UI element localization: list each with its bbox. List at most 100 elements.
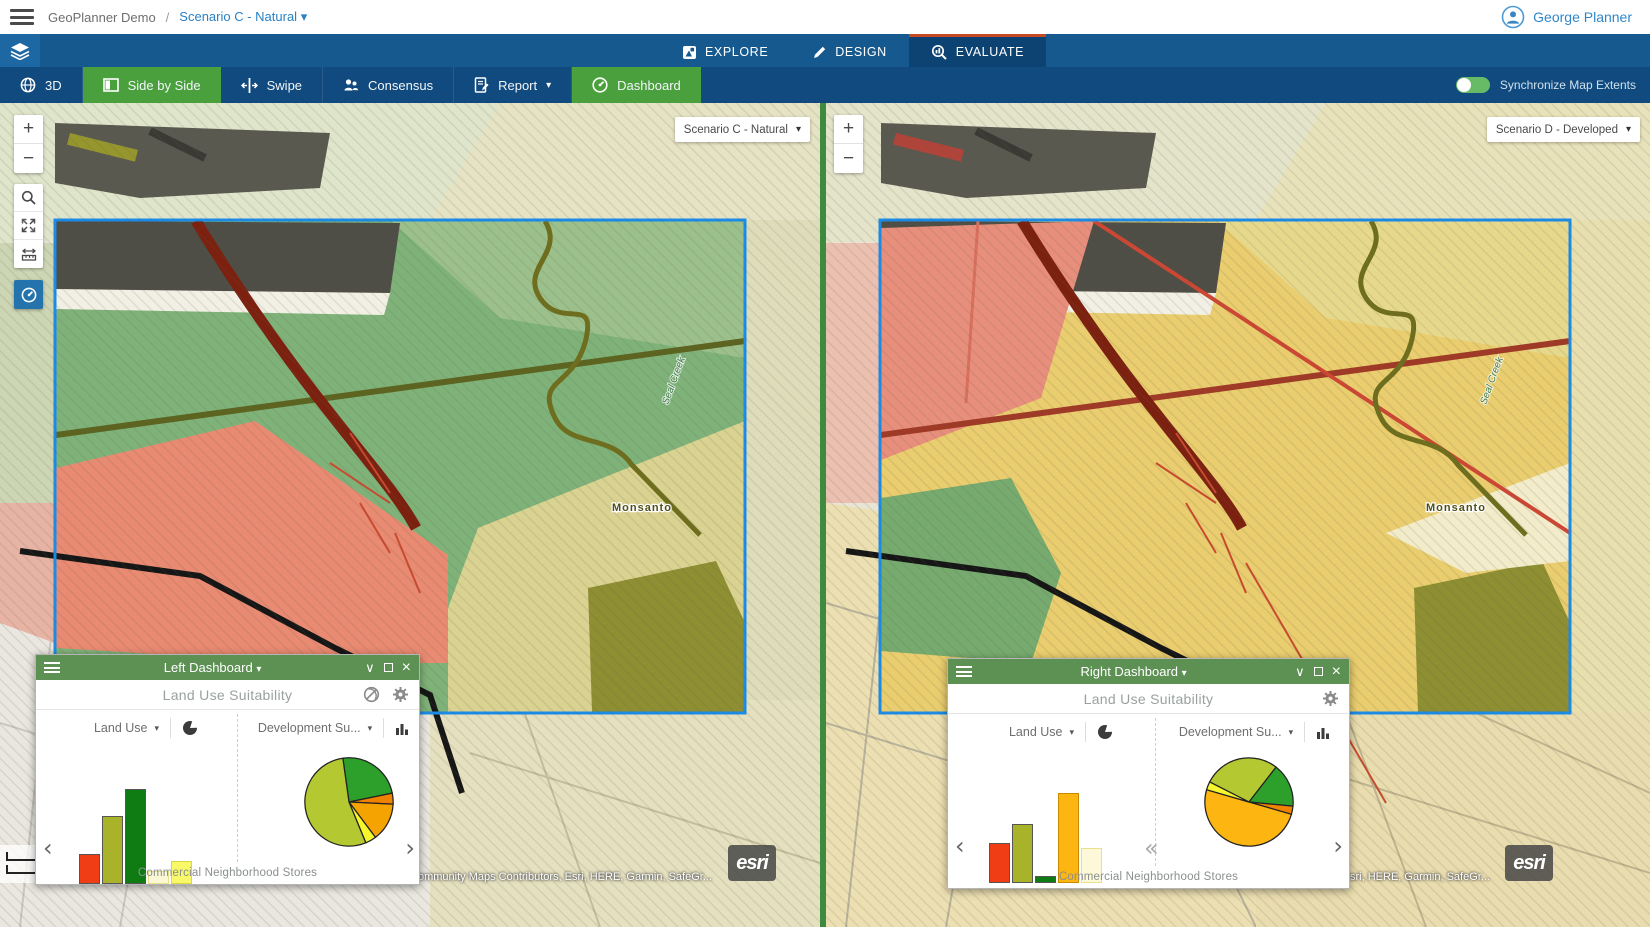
chevron-down-icon: ▾ [368, 723, 373, 734]
expand-icon [21, 218, 36, 233]
breadcrumb-separator: / [166, 10, 170, 25]
dashboard-icon [592, 77, 608, 93]
chevron-down-icon: ▾ [1182, 668, 1187, 679]
collapse-icon[interactable]: ∨ [365, 661, 375, 674]
dashboard-title[interactable]: Left Dashboard ▾ [60, 660, 365, 675]
pencil-icon [812, 45, 827, 60]
gear-icon[interactable] [1322, 690, 1339, 707]
dashboard-button[interactable]: Dashboard [572, 67, 701, 103]
left-dashboard-window: Left Dashboard ▾ ∨ × Land Use Suitabilit… [35, 654, 420, 885]
close-icon[interactable]: × [1332, 664, 1341, 680]
chart-subject-label: Commercial Neighborhood Stores [948, 871, 1349, 883]
bar-chart-type-icon[interactable] [395, 722, 410, 735]
carousel-next-icon[interactable]: › [405, 836, 415, 860]
right-dashboard-titlebar[interactable]: Right Dashboard ▾ ∨ × [948, 659, 1349, 684]
esri-logo: esri [1505, 845, 1553, 881]
chevron-down-icon: ▾ [796, 124, 801, 135]
close-icon[interactable]: × [402, 660, 411, 676]
search-icon [21, 190, 36, 205]
layers-icon [10, 42, 30, 60]
maximize-icon[interactable] [384, 663, 393, 672]
zoom-in-button[interactable]: + [834, 115, 863, 144]
evaluate-toolbar: 3D Side by Side Swipe Consensus Report ▾… [0, 67, 1650, 103]
window-controls: ∨ × [1295, 664, 1341, 680]
widget-title: Land Use Suitability [36, 687, 419, 703]
search-button[interactable] [14, 184, 43, 212]
layers-panel-button[interactable] [0, 34, 40, 67]
tab-explore[interactable]: EXPLORE [660, 34, 790, 67]
gear-icon[interactable] [392, 686, 409, 703]
tab-evaluate[interactable]: EVALUATE [909, 34, 1046, 67]
consensus-icon [343, 78, 359, 93]
widget-bar: Land Use Suitability [36, 680, 419, 710]
side-by-side-icon [103, 78, 119, 92]
globe-icon [20, 77, 36, 93]
report-icon [474, 77, 489, 93]
widget-title: Land Use Suitability [948, 691, 1349, 707]
dashboard-charts-area: ‹ Land Use ▾ Development Su... ▾ « › [948, 714, 1349, 870]
development-suitability-pie-chart [301, 754, 397, 850]
dashboard-menu-icon[interactable] [44, 662, 60, 673]
chevron-down-icon: ▾ [1289, 727, 1294, 738]
zoom-out-button[interactable]: − [834, 144, 863, 173]
dashboard-tool-button[interactable] [14, 280, 43, 309]
chevron-down-icon: ▾ [256, 664, 261, 675]
chevron-down-icon: ▾ [1626, 124, 1631, 135]
sync-extents-control: Synchronize Map Extents [1456, 67, 1636, 103]
scenario-breadcrumb[interactable]: Scenario C - Natural ▾ [179, 9, 307, 25]
zoom-out-button[interactable]: − [14, 144, 43, 173]
report-button[interactable]: Report ▾ [454, 67, 572, 103]
dashboard-menu-icon[interactable] [956, 666, 972, 677]
swipe-button[interactable]: Swipe [221, 67, 323, 103]
main-menu-icon[interactable] [10, 9, 34, 25]
development-suitability-selector[interactable]: Development Su... ▾ [1172, 722, 1338, 742]
primary-nav: EXPLORE DESIGN EVALUATE [0, 34, 1650, 67]
consensus-button[interactable]: Consensus [323, 67, 454, 103]
swipe-icon [241, 78, 258, 93]
hide-on-map-icon[interactable] [363, 686, 380, 703]
land-use-selector[interactable]: Land Use ▾ [66, 718, 226, 738]
mode-tabs: EXPLORE DESIGN EVALUATE [660, 34, 1046, 67]
pie-chart-type-icon[interactable] [182, 720, 198, 736]
right-zoom-control: + − [834, 115, 863, 173]
carousel-prev-icon[interactable]: ‹ [955, 834, 965, 858]
carousel-prev-icon[interactable]: ‹ [43, 836, 53, 860]
left-map-tools [14, 184, 43, 268]
carousel-page-left-icon[interactable]: « [1144, 836, 1159, 860]
chevron-down-icon: ▾ [546, 80, 551, 91]
map-attribution: Esri Community Maps Contributors, Esri, … [388, 871, 712, 883]
full-extent-button[interactable] [14, 212, 43, 240]
user-menu[interactable]: George Planner [1501, 5, 1632, 29]
dashboard-gauge-icon [21, 287, 37, 303]
explore-icon [682, 45, 697, 60]
right-dashboard-window: Right Dashboard ▾ ∨ × Land Use Suitabili… [947, 658, 1350, 889]
map-label-monsanto: Monsanto [612, 502, 672, 514]
measure-icon [21, 248, 37, 261]
avatar [1501, 5, 1525, 29]
window-controls: ∨ × [365, 660, 411, 676]
dashboard-title[interactable]: Right Dashboard ▾ [972, 664, 1295, 679]
chevron-down-icon: ▾ [1069, 727, 1074, 738]
left-zoom-control: + − [14, 115, 43, 173]
tab-design[interactable]: DESIGN [790, 34, 909, 67]
dashboard-charts-area: ‹ Land Use ▾ Development Su... ▾ › [36, 710, 419, 866]
land-use-selector[interactable]: Land Use ▾ [978, 722, 1144, 742]
3d-button[interactable]: 3D [0, 67, 83, 103]
collapse-icon[interactable]: ∨ [1295, 665, 1305, 678]
sync-extents-toggle[interactable] [1456, 77, 1490, 93]
left-dashboard-titlebar[interactable]: Left Dashboard ▾ ∨ × [36, 655, 419, 680]
left-scenario-selector[interactable]: Scenario C - Natural ▾ [675, 117, 810, 142]
maximize-icon[interactable] [1314, 667, 1323, 676]
right-scenario-selector[interactable]: Scenario D - Developed ▾ [1487, 117, 1640, 142]
chart-subject-label: Commercial Neighborhood Stores [36, 867, 419, 879]
measure-button[interactable] [14, 240, 43, 268]
zoom-in-button[interactable]: + [14, 115, 43, 144]
top-bar: GeoPlanner Demo / Scenario C - Natural ▾… [0, 0, 1650, 34]
bar-chart-type-icon[interactable] [1316, 726, 1331, 739]
development-suitability-selector[interactable]: Development Su... ▾ [254, 718, 414, 738]
pie-chart-type-icon[interactable] [1097, 724, 1113, 740]
chevron-down-icon: ▾ [301, 9, 308, 24]
carousel-next-icon[interactable]: › [1333, 834, 1343, 858]
side-by-side-button[interactable]: Side by Side [83, 67, 221, 103]
evaluate-icon [931, 44, 948, 60]
